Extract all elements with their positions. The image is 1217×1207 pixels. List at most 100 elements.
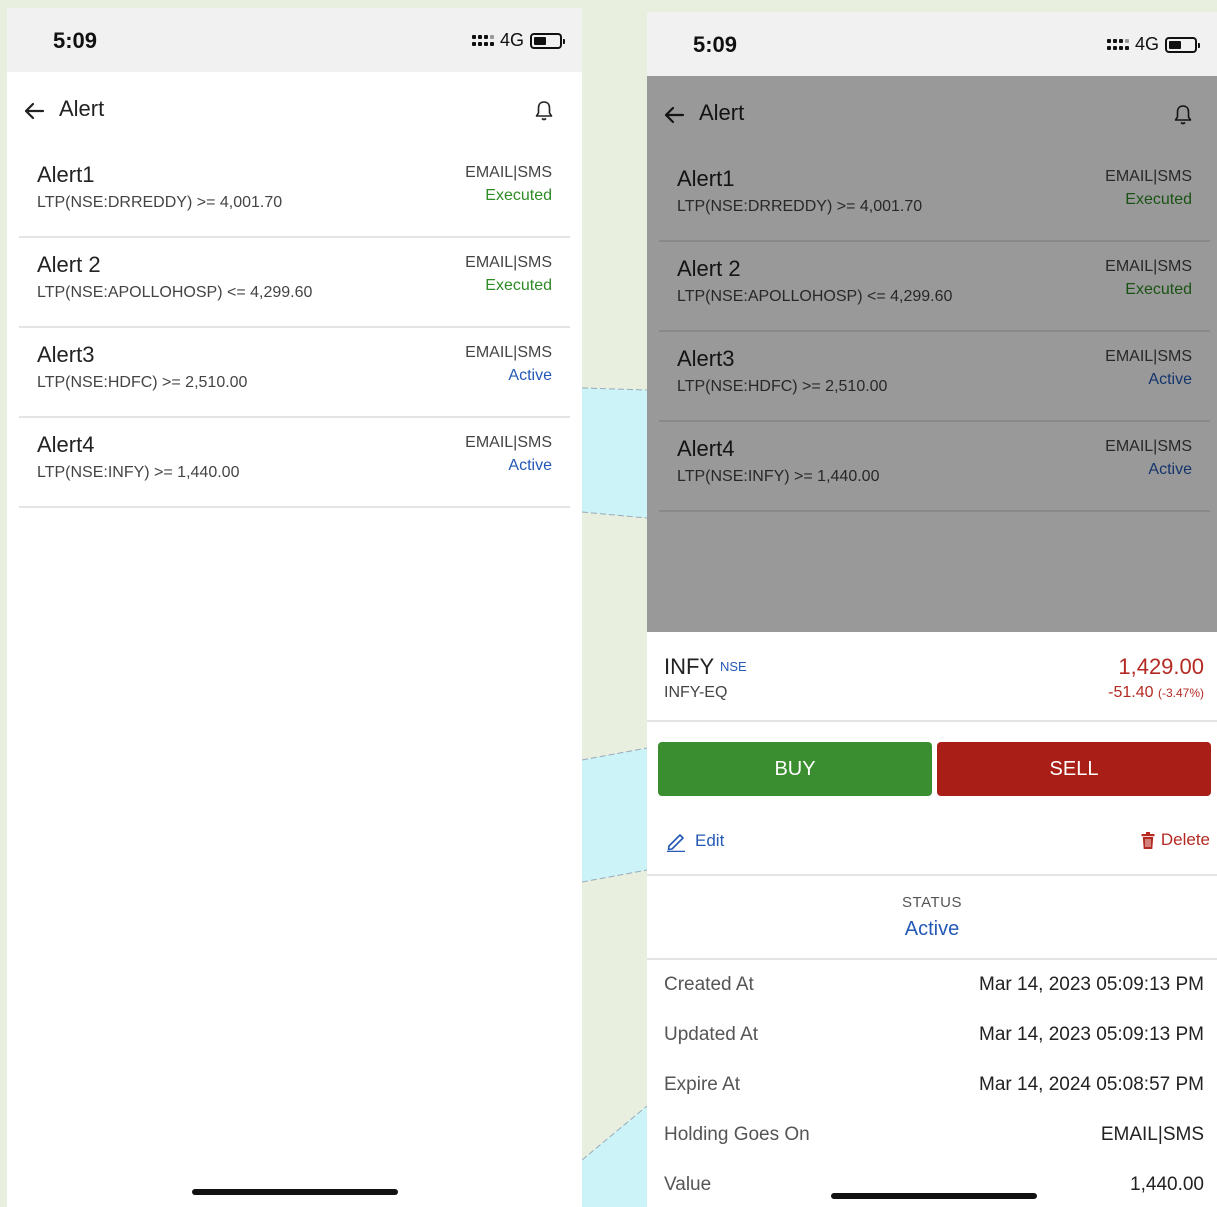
edit-button[interactable]: Edit: [665, 830, 724, 852]
alert-status: Executed: [485, 187, 552, 204]
pencil-icon: [667, 834, 685, 852]
delete-label: Delete: [1160, 830, 1210, 849]
alert-condition: LTP(NSE:HDFC) >= 2,510.00: [37, 374, 248, 391]
symbol-name: INFY: [664, 654, 715, 679]
phone-screen-right: 5:09 4G Alert Alert1 LTP(NSE:DRREDDY) >=…: [647, 12, 1217, 1207]
status-time: 5:09: [53, 28, 98, 53]
detail-label: Updated At: [664, 1024, 759, 1045]
alert-row[interactable]: Alert 2 LTP(NSE:APOLLOHOSP) <= 4,299.60 …: [659, 242, 1210, 332]
alert-row[interactable]: Alert1 LTP(NSE:DRREDDY) >= 4,001.70 EMAI…: [19, 148, 570, 238]
detail-label: Holding Goes On: [664, 1124, 810, 1145]
status-bar: 5:09 4G: [7, 8, 582, 72]
alert-status: Active: [508, 367, 552, 384]
alert-name: Alert4: [677, 436, 735, 461]
status-label: STATUS: [902, 894, 962, 911]
page-title: Alert: [699, 100, 745, 125]
alert-row[interactable]: Alert 2 LTP(NSE:APOLLOHOSP) <= 4,299.60 …: [19, 238, 570, 328]
detail-label: Created At: [664, 974, 754, 995]
detail-value: Mar 14, 2023 05:09:13 PM: [979, 974, 1204, 995]
alert-condition: LTP(NSE:APOLLOHOSP) <= 4,299.60: [677, 288, 953, 305]
alert-actions: Edit Delete: [647, 814, 1217, 876]
alert-condition: LTP(NSE:DRREDDY) >= 4,001.70: [677, 198, 923, 215]
alert-condition: LTP(NSE:HDFC) >= 2,510.00: [677, 378, 888, 395]
status-section: STATUS Active: [647, 876, 1217, 960]
alert-name: Alert 2: [37, 252, 101, 277]
detail-row-updated: Updated At Mar 14, 2023 05:09:13 PM: [647, 1010, 1217, 1060]
detail-label: Expire At: [664, 1074, 741, 1095]
status-time: 5:09: [693, 32, 738, 57]
alert-name: Alert1: [37, 162, 95, 187]
back-arrow-icon[interactable]: [663, 104, 685, 126]
trade-buttons: BUY SELL: [658, 742, 1211, 796]
alert-condition: LTP(NSE:APOLLOHOSP) <= 4,299.60: [37, 284, 313, 301]
alert-status: Active: [508, 457, 552, 474]
bell-icon[interactable]: [534, 100, 554, 122]
alert-row[interactable]: Alert4 LTP(NSE:INFY) >= 1,440.00 EMAIL|S…: [659, 422, 1210, 512]
sell-button[interactable]: SELL: [937, 742, 1211, 796]
status-indicators: 4G: [471, 30, 565, 51]
back-arrow-icon[interactable]: [23, 100, 45, 122]
alert-channels: EMAIL|SMS: [465, 344, 552, 361]
alert-channels: EMAIL|SMS: [1105, 348, 1192, 365]
home-indicator[interactable]: [192, 1189, 398, 1195]
detail-value: 1,440.00: [1130, 1174, 1204, 1195]
alert-channels: EMAIL|SMS: [465, 254, 552, 271]
status-indicators: 4G: [1106, 34, 1200, 55]
alert-status: Active: [1148, 461, 1192, 478]
alert-name: Alert1: [677, 166, 735, 191]
network-type: 4G: [1134, 34, 1159, 54]
status-value: Active: [904, 918, 960, 940]
alert-list: Alert1 LTP(NSE:DRREDDY) >= 4,001.70 EMAI…: [659, 152, 1210, 512]
price-change: -51.40 (-3.47%): [1108, 684, 1204, 702]
alert-name: Alert 2: [677, 256, 741, 281]
alert-details: Created At Mar 14, 2023 05:09:13 PM Upda…: [647, 960, 1217, 1207]
change-value: -51.40: [1108, 684, 1154, 701]
edit-label: Edit: [695, 831, 725, 850]
signal-icon: [471, 34, 494, 47]
alert-row[interactable]: Alert3 LTP(NSE:HDFC) >= 2,510.00 EMAIL|S…: [19, 328, 570, 418]
alert-condition: LTP(NSE:DRREDDY) >= 4,001.70: [37, 194, 283, 211]
alert-name: Alert3: [677, 346, 735, 371]
app-header: Alert: [7, 72, 582, 148]
symbol-series: INFY-EQ: [664, 684, 728, 701]
app-header: Alert: [647, 76, 1217, 152]
alert-status: Active: [1148, 371, 1192, 388]
alert-detail-sheet: INFY NSE INFY-EQ 1,429.00 -51.40 (-3.47%…: [647, 632, 1217, 1207]
detail-value: EMAIL|SMS: [1100, 1124, 1204, 1145]
network-type: 4G: [499, 30, 524, 50]
battery-icon: [530, 32, 565, 49]
alert-row[interactable]: Alert4 LTP(NSE:INFY) >= 1,440.00 EMAIL|S…: [19, 418, 570, 508]
detail-row-holding: Holding Goes On EMAIL|SMS: [647, 1110, 1217, 1160]
alert-row[interactable]: Alert3 LTP(NSE:HDFC) >= 2,510.00 EMAIL|S…: [659, 332, 1210, 422]
delete-button[interactable]: Delete: [1141, 830, 1210, 850]
alert-row[interactable]: Alert1 LTP(NSE:DRREDDY) >= 4,001.70 EMAI…: [659, 152, 1210, 242]
buy-button[interactable]: BUY: [658, 742, 932, 796]
change-percent: (-3.47%): [1157, 686, 1204, 700]
alert-status: Executed: [1125, 191, 1192, 208]
alert-status: Executed: [1125, 281, 1192, 298]
phone-screen-left: 5:09 4G Alert Alert1 LTP(NSE:DRREDDY) >=…: [7, 8, 582, 1207]
alert-status: Executed: [485, 277, 552, 294]
trash-icon: [1141, 831, 1155, 849]
page-title: Alert: [59, 96, 105, 121]
alert-condition: LTP(NSE:INFY) >= 1,440.00: [37, 464, 240, 481]
alert-channels: EMAIL|SMS: [1105, 168, 1192, 185]
bell-icon[interactable]: [1173, 104, 1193, 126]
symbol-header: INFY NSE INFY-EQ 1,429.00 -51.40 (-3.47%…: [647, 632, 1217, 722]
signal-icon: [1106, 38, 1129, 51]
alert-channels: EMAIL|SMS: [465, 164, 552, 181]
last-price: 1,429.00: [1118, 654, 1204, 679]
battery-icon: [1165, 36, 1200, 53]
alert-list: Alert1 LTP(NSE:DRREDDY) >= 4,001.70 EMAI…: [19, 148, 570, 508]
home-indicator[interactable]: [831, 1193, 1037, 1199]
detail-row-expire: Expire At Mar 14, 2024 05:08:57 PM: [647, 1060, 1217, 1110]
alert-channels: EMAIL|SMS: [1105, 258, 1192, 275]
alert-channels: EMAIL|SMS: [1105, 438, 1192, 455]
alert-name: Alert3: [37, 342, 95, 367]
detail-value: Mar 14, 2023 05:09:13 PM: [979, 1024, 1204, 1045]
exchange-badge: NSE: [720, 659, 747, 674]
detail-label: Value: [664, 1174, 712, 1195]
detail-row-created: Created At Mar 14, 2023 05:09:13 PM: [647, 960, 1217, 1010]
alert-name: Alert4: [37, 432, 95, 457]
detail-value: Mar 14, 2024 05:08:57 PM: [979, 1074, 1204, 1095]
